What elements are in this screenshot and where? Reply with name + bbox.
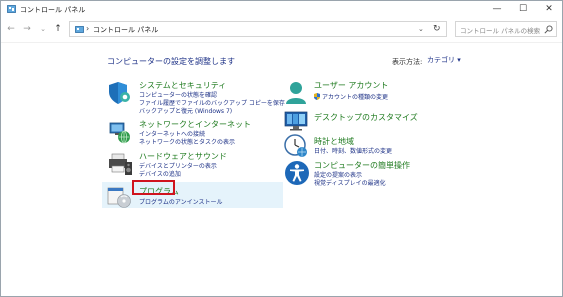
maximize-button[interactable]: ☐ <box>510 1 536 18</box>
minimize-button[interactable]: — <box>484 1 510 18</box>
user-accounts-icon[interactable] <box>284 80 308 106</box>
category-hardware-sound: ハードウェアとサウンド デバイスとプリンターの表示 デバイスの追加 <box>107 151 282 181</box>
window-title: コントロール パネル <box>20 6 86 14</box>
page-title: コンピューターの設定を調整します <box>107 57 235 66</box>
address-bar[interactable]: › コントロール パネル ⌄ ↻ <box>69 21 447 37</box>
recent-locations-chevron-icon[interactable]: ⌄ <box>37 22 49 36</box>
uac-shield-icon <box>314 93 320 100</box>
up-arrow-icon[interactable]: ↑ <box>52 22 64 36</box>
category-title-appearance[interactable]: デスクトップのカスタマイズ <box>314 112 418 123</box>
search-placeholder: コントロール パネルの検索 <box>460 27 541 35</box>
printer-speaker-icon[interactable] <box>107 151 133 177</box>
title-bar: コントロール パネル — ☐ ✕ <box>1 1 562 18</box>
link-optimize-visual-display[interactable]: 視覚ディスプレイの最適化 <box>314 178 386 187</box>
search-icon <box>544 25 553 34</box>
link-change-date-time-format[interactable]: 日付、時刻、数値形式の変更 <box>314 146 392 155</box>
breadcrumb-separator-icon: › <box>86 24 90 33</box>
link-uninstall-program[interactable]: プログラムのアンインストール <box>139 197 222 206</box>
link-change-account-type-label: アカウントの種類の変更 <box>322 94 389 101</box>
category-appearance: デスクトップのカスタマイズ <box>284 110 459 134</box>
control-panel-icon <box>75 26 84 33</box>
category-user-accounts: ユーザー アカウント アカウントの種類の変更 <box>284 80 459 108</box>
category-network-internet: ネットワークとインターネット インターネットへの接続 ネットワークの状態とタスク… <box>107 119 282 149</box>
divider <box>1 42 562 43</box>
category-ease-of-access: コンピューターの簡単操作 設定の提案の表示 視覚ディスプレイの最適化 <box>284 160 459 190</box>
link-add-device[interactable]: デバイスの追加 <box>139 169 181 178</box>
address-dropdown-chevron-icon[interactable]: ⌄ <box>418 25 424 33</box>
highlight-annotation-box <box>132 180 175 195</box>
clock-globe-icon[interactable] <box>284 134 308 158</box>
view-by-label: 表示方法: <box>392 58 423 66</box>
security-shield-icon[interactable] <box>107 80 133 106</box>
category-system-security: システムとセキュリティ コンピューターの状態を確認 ファイル履歴でファイルのバッ… <box>107 80 285 116</box>
back-arrow-icon[interactable]: ← <box>5 22 17 36</box>
search-input[interactable]: コントロール パネルの検索 <box>455 21 557 37</box>
link-change-account-type[interactable]: アカウントの種類の変更 <box>314 92 388 101</box>
desktop-monitor-icon[interactable] <box>284 110 308 132</box>
close-button[interactable]: ✕ <box>536 1 562 18</box>
refresh-icon[interactable]: ↻ <box>433 24 441 34</box>
category-clock-region: 時計と地域 日付、時刻、数値形式の変更 <box>284 134 459 160</box>
control-panel-icon <box>7 5 16 13</box>
control-panel-window: コントロール パネル — ☐ ✕ ← → ⌄ ↑ › コントロール パネル ⌄ … <box>0 0 563 297</box>
navigation-bar: ← → ⌄ ↑ › コントロール パネル ⌄ ↻ コントロール パネルの検索 <box>1 18 562 42</box>
breadcrumb[interactable]: コントロール パネル <box>93 25 158 35</box>
network-globe-icon[interactable] <box>107 119 133 145</box>
category-title-user-accounts[interactable]: ユーザー アカウント <box>314 80 388 91</box>
accessibility-icon[interactable] <box>284 160 310 186</box>
link-network-status[interactable]: ネットワークの状態とタスクの表示 <box>139 137 235 146</box>
view-by-dropdown[interactable]: カテゴリ ▾ <box>423 53 461 66</box>
programs-disc-icon[interactable] <box>107 183 133 209</box>
forward-arrow-icon[interactable]: → <box>21 22 33 36</box>
link-backup-restore[interactable]: バックアップと復元 (Windows 7) <box>139 106 232 115</box>
